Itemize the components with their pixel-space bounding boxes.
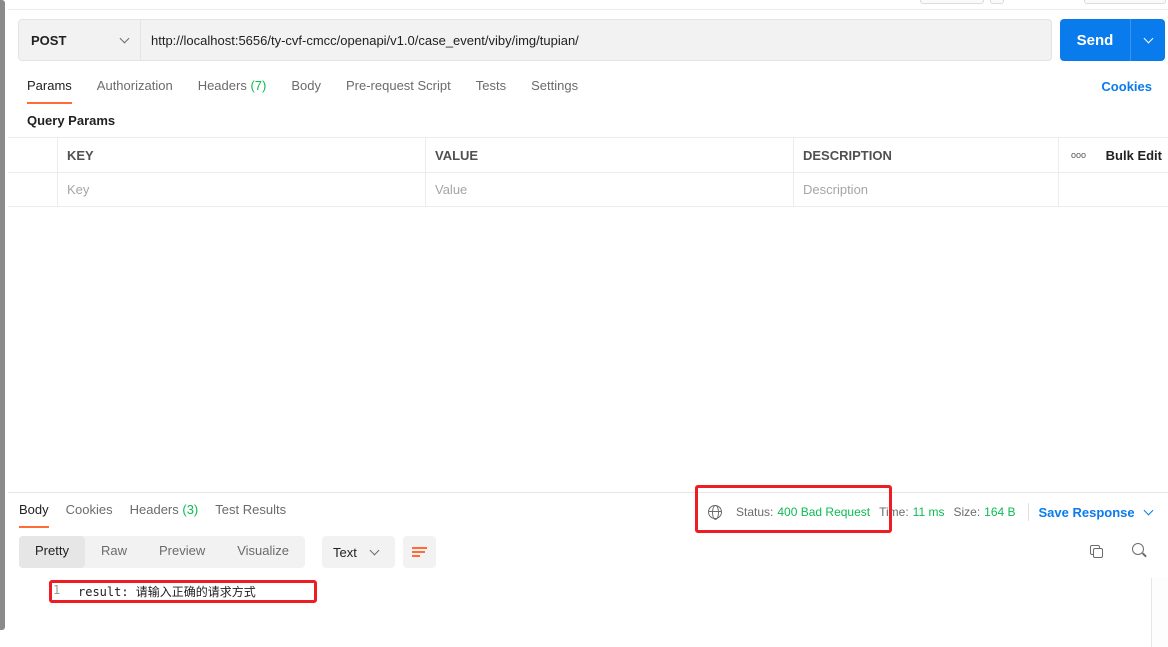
view-tab-visualize[interactable]: Visualize	[221, 536, 305, 568]
table-header-row: KEY VALUE DESCRIPTION ooo Bulk Edit	[8, 137, 1168, 172]
more-options-icon[interactable]: ooo	[1071, 150, 1086, 160]
search-icon[interactable]	[1132, 543, 1147, 558]
time-value[interactable]: 11 ms	[913, 505, 945, 519]
table-actions-cell: ooo Bulk Edit	[1058, 138, 1168, 172]
cookies-link[interactable]: Cookies	[1101, 79, 1152, 94]
size-label: Size:	[953, 505, 981, 519]
format-label: Text	[333, 544, 357, 560]
params-table: KEY VALUE DESCRIPTION ooo Bulk Edit Key …	[8, 137, 1168, 207]
left-rail	[0, 0, 8, 647]
send-button[interactable]: Send	[1060, 19, 1165, 61]
tab-pre-request-script[interactable]: Pre-request Script	[346, 76, 451, 104]
query-params-title: Query Params	[27, 113, 116, 128]
send-options-button[interactable]	[1131, 33, 1165, 43]
response-tab-test-results[interactable]: Test Results	[215, 502, 286, 528]
response-tab-headers[interactable]: Headers (3)	[130, 502, 199, 528]
row-handle-cell	[8, 138, 57, 172]
top-strip	[8, 0, 1168, 10]
top-button-stub[interactable]	[1084, 0, 1166, 4]
status-highlight-box	[695, 485, 892, 533]
method-select[interactable]: POST	[19, 20, 141, 60]
size-value[interactable]: 164 B	[984, 505, 1015, 519]
response-view-tabs: Pretty Raw Preview Visualize	[19, 536, 306, 568]
request-bar: POST http://localhost:5656/ty-cvf-cmcc/o…	[18, 19, 1052, 61]
tab-body[interactable]: Body	[291, 76, 321, 104]
method-label: POST	[31, 32, 67, 48]
tab-authorization[interactable]: Authorization	[97, 76, 173, 104]
value-input[interactable]: Value	[425, 173, 793, 206]
meta-divider	[1027, 503, 1029, 521]
send-label: Send	[1076, 31, 1114, 49]
tab-tests[interactable]: Tests	[476, 76, 506, 104]
vertical-scrollbar[interactable]	[0, 0, 5, 630]
row-handle-cell	[8, 173, 57, 206]
chevron-down-icon	[1143, 33, 1153, 43]
wrap-lines-icon	[412, 546, 427, 558]
tab-settings[interactable]: Settings	[531, 76, 578, 104]
copy-icon[interactable]	[1090, 545, 1104, 559]
response-tab-cookies[interactable]: Cookies	[66, 502, 113, 528]
view-tab-raw[interactable]: Raw	[85, 536, 143, 568]
response-tab-body[interactable]: Body	[19, 502, 49, 528]
chevron-down-icon	[369, 545, 380, 555]
description-input[interactable]: Description	[793, 173, 1058, 206]
table-row: Key Value Description	[8, 172, 1168, 207]
view-tab-pretty[interactable]: Pretty	[19, 536, 85, 568]
save-response-label: Save Response	[1038, 504, 1135, 520]
tab-headers[interactable]: Headers (7)	[198, 76, 267, 104]
response-headers-count: (3)	[182, 502, 199, 517]
response-tab-headers-label: Headers	[129, 502, 179, 517]
tab-params[interactable]: Params	[27, 76, 72, 104]
save-response-button[interactable]: Save Response	[1038, 504, 1154, 520]
column-header-value: VALUE	[425, 138, 793, 172]
wrap-lines-button[interactable]	[403, 536, 436, 568]
view-tab-preview[interactable]: Preview	[143, 536, 221, 568]
top-button-stub[interactable]	[990, 0, 1004, 4]
headers-count: (7)	[250, 78, 267, 93]
bulk-edit-button[interactable]: Bulk Edit	[1106, 148, 1162, 163]
request-tabs: Params Authorization Headers (7) Body Pr…	[27, 76, 603, 104]
top-button-stub[interactable]	[920, 0, 984, 4]
url-input[interactable]: http://localhost:5656/ty-cvf-cmcc/openap…	[141, 33, 579, 48]
key-input[interactable]: Key	[57, 173, 425, 206]
row-actions-cell	[1058, 173, 1168, 206]
column-header-description: DESCRIPTION	[793, 138, 1058, 172]
tab-headers-label: Headers	[197, 78, 247, 93]
column-header-key: KEY	[57, 138, 425, 172]
format-select[interactable]: Text	[322, 536, 395, 568]
body-highlight-box	[49, 580, 317, 603]
chevron-down-icon	[1143, 505, 1154, 515]
response-tabs: Body Cookies Headers (3) Test Results	[19, 502, 303, 528]
response-scrollbar[interactable]	[1151, 578, 1168, 647]
chevron-down-icon	[119, 33, 130, 43]
response-divider[interactable]	[8, 492, 1168, 493]
